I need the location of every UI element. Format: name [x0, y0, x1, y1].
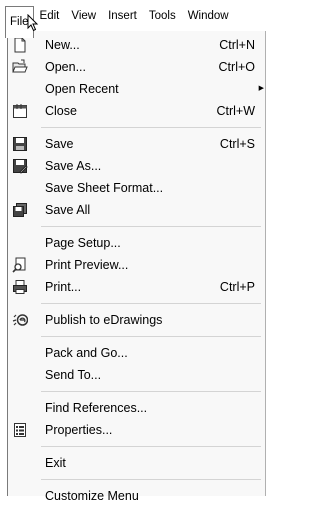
menu-separator: [41, 391, 261, 392]
edrawings-icon: [12, 314, 28, 326]
new-document-icon: [14, 37, 26, 53]
open-folder-icon: [12, 59, 28, 73]
menu-item-label: Close: [45, 104, 77, 118]
menu-item-send-to[interactable]: Send To...: [8, 364, 265, 386]
menu-item-find-references[interactable]: Find References...: [8, 397, 265, 419]
menu-item-label: Open...: [45, 60, 86, 74]
file-menu-dropdown: New... Ctrl+N Open... Ctrl+O Open Recent…: [7, 31, 266, 503]
menu-separator: [41, 479, 261, 480]
menu-item-page-setup[interactable]: Page Setup...: [8, 232, 265, 254]
menu-item-open-recent[interactable]: Open Recent ▶: [8, 78, 265, 100]
menu-item-label: Save As...: [45, 159, 102, 173]
menu-item-new[interactable]: New... Ctrl+N: [8, 34, 265, 56]
printer-icon: [13, 280, 27, 294]
menu-separator: [41, 303, 261, 304]
menubar-view[interactable]: View: [65, 6, 102, 26]
menu-item-save-sheet-format[interactable]: Save Sheet Format...: [8, 177, 265, 199]
menu-item-exit[interactable]: Exit: [8, 452, 265, 474]
menu-item-label: Save All: [45, 203, 91, 217]
menubar-tools[interactable]: Tools: [143, 6, 182, 26]
menu-item-label: Find References...: [45, 401, 148, 415]
menu-item-properties[interactable]: Properties...: [8, 419, 265, 441]
menu-item-label: Save: [45, 137, 74, 151]
menu-item-save-as[interactable]: Save As...: [8, 155, 265, 177]
shortcut-text: Ctrl+N: [219, 38, 255, 52]
submenu-arrow-icon: ▶: [258, 85, 264, 92]
menu-item-label: Save Sheet Format...: [45, 181, 164, 195]
menu-item-label: Open Recent: [45, 82, 119, 96]
menu-item-print[interactable]: Print... Ctrl+P: [8, 276, 265, 298]
properties-icon: [14, 423, 26, 437]
save-floppy-icon: [13, 137, 27, 151]
menu-item-label: Publish to eDrawings: [45, 313, 163, 327]
menu-item-print-preview[interactable]: Print Preview...: [8, 254, 265, 276]
menu-item-label: Page Setup...: [45, 236, 121, 250]
menu-item-publish-edrawings[interactable]: Publish to eDrawings: [8, 309, 265, 331]
menu-item-label: Exit: [45, 456, 66, 470]
menu-item-label: Customize Menu: [45, 489, 139, 503]
shortcut-text: Ctrl+W: [216, 104, 255, 118]
menubar-insert[interactable]: Insert: [102, 6, 143, 26]
menu-item-label: New...: [45, 38, 80, 52]
print-preview-icon: [12, 257, 26, 273]
menu-item-close[interactable]: Close Ctrl+W: [8, 100, 265, 122]
save-as-icon: [13, 159, 28, 174]
shortcut-text: Ctrl+O: [218, 60, 255, 74]
menu-item-pack-and-go[interactable]: Pack and Go...: [8, 342, 265, 364]
menu-item-save[interactable]: Save Ctrl+S: [8, 133, 265, 155]
menu-item-label: Properties...: [45, 423, 113, 437]
menu-item-label: Print Preview...: [45, 258, 129, 272]
save-all-icon: [13, 203, 27, 217]
menu-item-open[interactable]: Open... Ctrl+O: [8, 56, 265, 78]
close-document-icon: [13, 104, 27, 118]
menubar-window[interactable]: Window: [182, 6, 235, 26]
menu-item-label: Send To...: [45, 368, 102, 382]
menu-separator: [41, 127, 261, 128]
mouse-pointer-icon: [27, 14, 39, 32]
menu-separator: [41, 226, 261, 227]
shortcut-text: Ctrl+S: [219, 137, 255, 151]
menu-bar: File Edit View Insert Tools Window: [0, 0, 267, 38]
shortcut-text: Ctrl+P: [219, 280, 255, 294]
menu-item-label: Pack and Go...: [45, 346, 128, 360]
menu-item-save-all[interactable]: Save All: [8, 199, 265, 221]
menu-separator: [41, 336, 261, 337]
menu-separator: [41, 446, 261, 447]
menu-item-label: Print...: [45, 280, 82, 294]
menu-item-customize-menu[interactable]: Customize Menu: [8, 485, 265, 507]
